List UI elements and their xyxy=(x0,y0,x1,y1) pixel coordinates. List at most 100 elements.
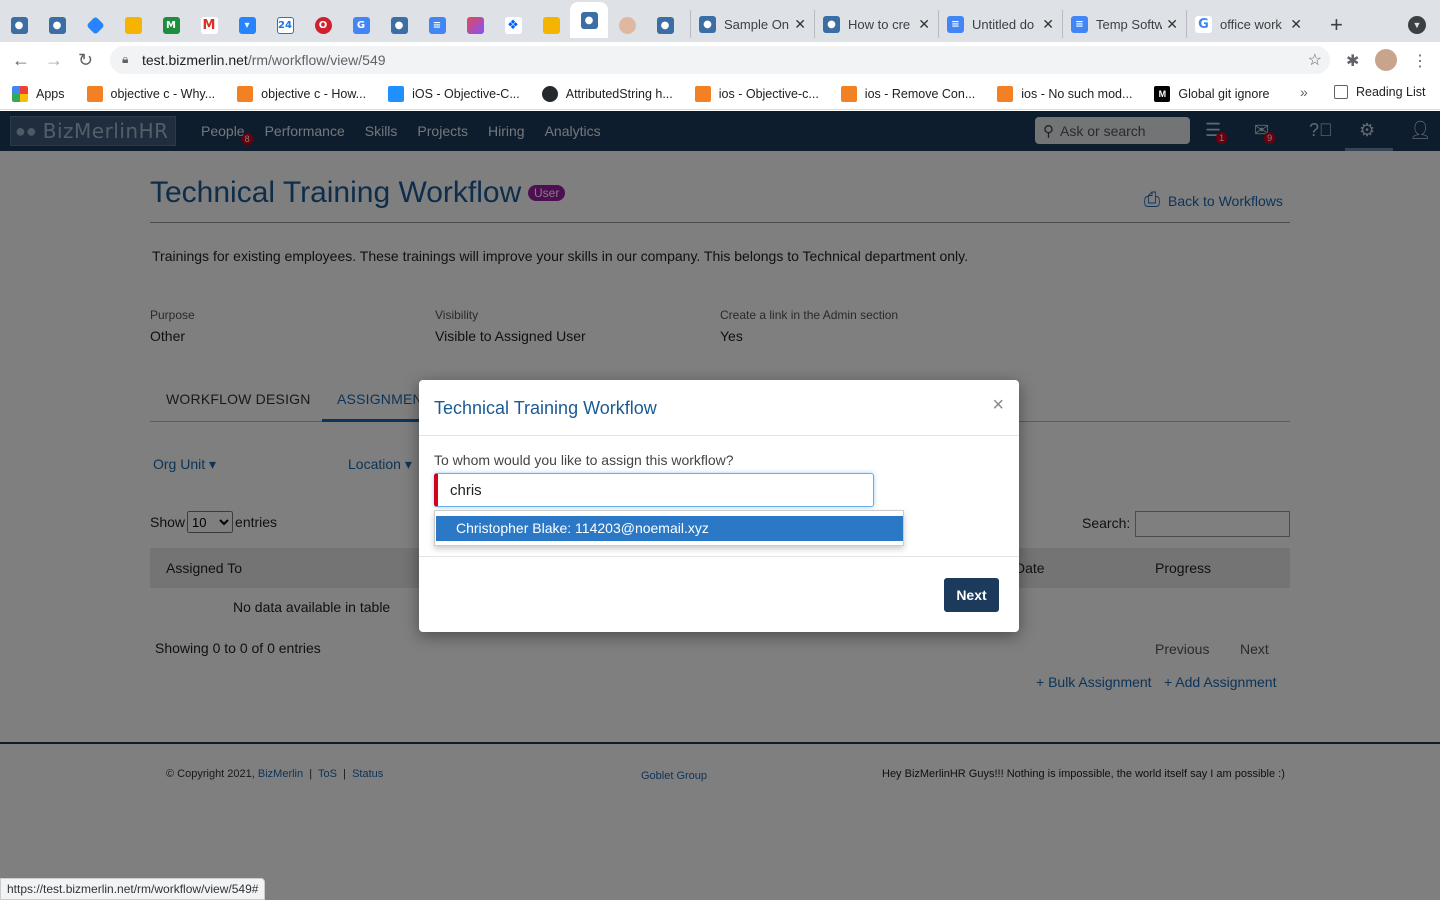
url-path: /rm/workflow/view/549 xyxy=(247,52,386,68)
tab-calendar[interactable]: 24 xyxy=(266,12,304,38)
reload-icon[interactable]: ↻ xyxy=(78,50,93,71)
tab-bizmerlin-1[interactable]: ● xyxy=(0,12,38,38)
tab-untitled[interactable]: ≡ Untitled do ✕ xyxy=(938,10,1062,38)
close-icon[interactable]: ✕ xyxy=(1042,16,1054,33)
tab-bizmerlin-2[interactable]: ● xyxy=(38,12,76,38)
tab-search-icon[interactable]: ▼ xyxy=(1408,16,1426,34)
tab-jira[interactable] xyxy=(76,12,114,38)
bookmark-item[interactable]: ios - Objective-c... xyxy=(694,85,819,102)
next-button[interactable]: Next xyxy=(944,578,999,612)
tab-title: Untitled do xyxy=(972,16,1035,32)
url-host: test.bizmerlin.net xyxy=(142,52,248,68)
opera-icon: O xyxy=(314,16,332,34)
tab-maps[interactable]: M xyxy=(152,12,190,38)
gmail-icon: M xyxy=(200,16,218,34)
tab-bizmerlin-4[interactable]: ● xyxy=(646,12,684,38)
bookmark-label: iOS - Objective-C... xyxy=(412,86,520,101)
tab-how-to[interactable]: ● How to cre ✕ xyxy=(814,10,938,38)
person-avatar-icon xyxy=(618,16,636,34)
slides-icon xyxy=(124,16,142,34)
tab-bitbucket[interactable]: ▾ xyxy=(228,12,266,38)
browser-menu-icon[interactable]: ⋮ xyxy=(1412,51,1428,71)
stackoverflow-icon xyxy=(694,85,711,102)
bizmerlin-icon: ● xyxy=(656,16,674,34)
close-icon[interactable]: × xyxy=(992,394,1004,417)
calendar-icon: 24 xyxy=(276,16,294,34)
url-text: test.bizmerlin.net/rm/workflow/view/549 xyxy=(142,52,386,68)
translate-icon: G xyxy=(352,16,370,34)
reading-list-button[interactable]: Reading List xyxy=(1334,85,1426,99)
tab-kotlin[interactable] xyxy=(456,12,494,38)
autocomplete-dropdown: Christopher Blake: 114203@noemail.xyz xyxy=(434,510,904,546)
bookmarks-bar: Apps objective c - Why... objective c - … xyxy=(0,78,1440,110)
assignee-search-input[interactable] xyxy=(434,473,874,507)
google-icon: G xyxy=(1195,15,1212,33)
bizmerlin-icon: ● xyxy=(48,16,66,34)
assign-workflow-modal: Technical Training Workflow × To whom wo… xyxy=(419,380,1019,632)
stackoverflow-icon xyxy=(86,85,103,102)
bizmerlin-icon: ● xyxy=(10,16,28,34)
bizmerlin-icon: ● xyxy=(823,15,840,33)
address-bar[interactable]: 🔒︎ test.bizmerlin.net/rm/workflow/view/5… xyxy=(110,46,1330,74)
stackoverflow-icon xyxy=(840,85,857,102)
tab-active-bizmerlin[interactable]: ● xyxy=(570,2,608,38)
tab-translate[interactable]: G xyxy=(342,12,380,38)
kotlin-icon xyxy=(466,16,484,34)
bookmark-item[interactable]: iOS - Objective-C... xyxy=(388,85,520,102)
tab-bizmerlin-3[interactable]: ● xyxy=(380,12,418,38)
tab-opera[interactable]: O xyxy=(304,12,342,38)
tab-title: Sample On xyxy=(724,16,790,32)
back-arrow-icon[interactable]: ← xyxy=(12,50,30,71)
profile-avatar[interactable] xyxy=(1375,49,1397,71)
bookmark-label: Global git ignore xyxy=(1178,86,1270,101)
tab-gmail[interactable]: M xyxy=(190,12,228,38)
tab-title: office work xyxy=(1220,16,1282,32)
bookmark-item[interactable]: objective c - Why... xyxy=(86,85,216,102)
link-status-bar: https://test.bizmerlin.net/rm/workflow/v… xyxy=(0,878,266,900)
chevron-double-right-icon[interactable]: » xyxy=(1300,84,1308,100)
sheets-icon: M xyxy=(162,16,180,34)
stackoverflow-icon xyxy=(237,85,254,102)
autocomplete-suggestion[interactable]: Christopher Blake: 114203@noemail.xyz xyxy=(436,516,903,541)
tab-slides-2[interactable] xyxy=(532,12,570,38)
dropbox-icon: ❖ xyxy=(504,16,522,34)
tab-avatar[interactable] xyxy=(608,12,646,38)
tab-sample[interactable]: ● Sample On ✕ xyxy=(690,10,814,38)
bookmark-item[interactable]: ios - No such mod... xyxy=(997,85,1132,102)
close-icon[interactable]: ✕ xyxy=(794,16,806,33)
google-docs-icon: ≡ xyxy=(428,16,446,34)
apps-grid-icon xyxy=(12,85,28,102)
tab-docs[interactable]: ≡ xyxy=(418,12,456,38)
new-tab-icon[interactable]: + xyxy=(1330,12,1343,38)
bookmark-item[interactable]: M Global git ignore xyxy=(1154,85,1270,102)
close-icon[interactable]: ✕ xyxy=(918,16,930,33)
bitbucket-icon: ▾ xyxy=(238,16,256,34)
tab-temp[interactable]: ≡ Temp Softw ✕ xyxy=(1062,10,1186,38)
bookmark-label: Apps xyxy=(36,86,65,101)
pinned-tabs: ● ● M M ▾ 24 O G ● ≡ ❖ ● ● xyxy=(0,2,684,38)
site-icon xyxy=(388,85,405,102)
reading-list-icon xyxy=(1334,85,1348,99)
bizmerlin-icon: ● xyxy=(580,11,598,29)
tab-slides[interactable] xyxy=(114,12,152,38)
tab-office[interactable]: Goffice work ✕ xyxy=(1186,10,1310,38)
named-tabs: ● Sample On ✕ ● How to cre ✕ ≡ Untitled do ✕ ≡… xyxy=(690,10,1310,38)
bookmark-item[interactable]: AttributedString h... xyxy=(541,85,673,102)
bookmark-item[interactable]: ios - Remove Con... xyxy=(840,85,976,102)
bookmark-star-icon[interactable]: ☆ xyxy=(1308,50,1322,70)
extensions-puzzle-icon[interactable]: ✱ xyxy=(1346,51,1359,71)
slides-icon xyxy=(542,16,560,34)
tab-title: Temp Softw xyxy=(1096,16,1163,32)
forward-arrow-icon[interactable]: → xyxy=(45,50,63,71)
google-docs-icon: ≡ xyxy=(947,15,964,33)
google-docs-icon: ≡ xyxy=(1071,15,1088,33)
stackoverflow-icon xyxy=(997,85,1014,102)
bookmark-apps[interactable]: Apps xyxy=(12,85,65,102)
close-icon[interactable]: ✕ xyxy=(1166,16,1178,33)
lock-icon: 🔒︎ xyxy=(122,52,129,66)
tab-dropbox[interactable]: ❖ xyxy=(494,12,532,38)
close-icon[interactable]: ✕ xyxy=(1290,16,1302,33)
bookmark-label: ios - Remove Con... xyxy=(864,86,976,101)
bookmark-label: objective c - Why... xyxy=(110,86,216,101)
bookmark-item[interactable]: objective c - How... xyxy=(237,85,366,102)
